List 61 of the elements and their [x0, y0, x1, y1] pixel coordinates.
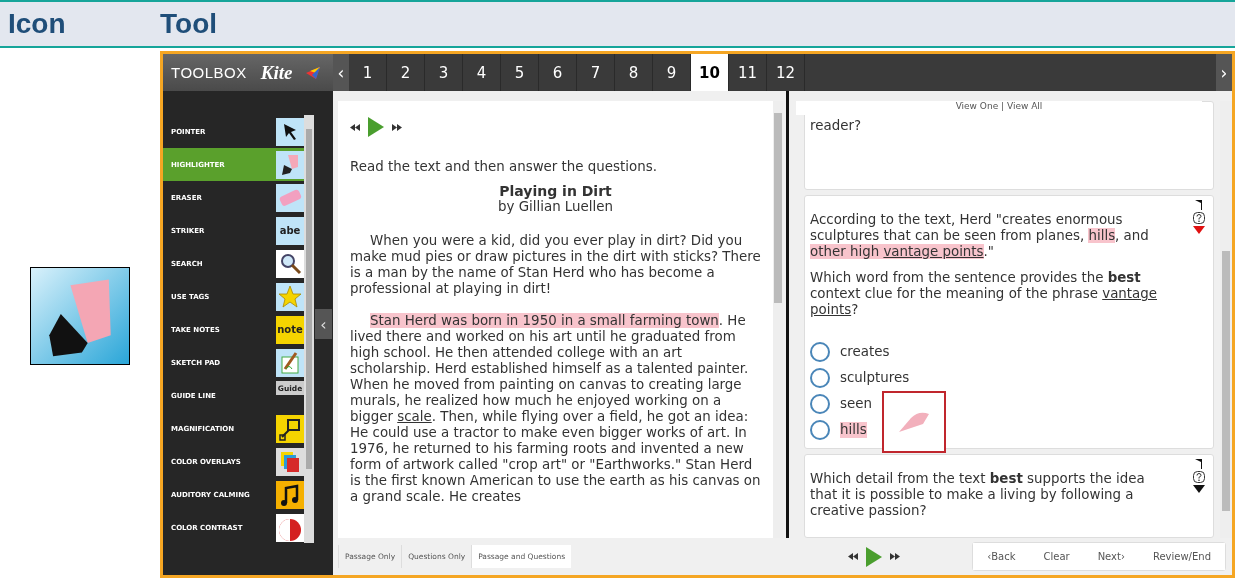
question-text: Which word from the sentence provides the best context clue for the meaning of the phrase vantage points? [810, 269, 1158, 318]
eraser-icon [276, 183, 304, 212]
magnify-box-icon [276, 414, 304, 443]
music-notes-icon [276, 480, 304, 509]
question-tab[interactable]: 10 [691, 54, 729, 91]
scrollbar[interactable] [304, 115, 314, 543]
view-all-link[interactable]: View All [1006, 101, 1043, 111]
magnifier-icon [276, 249, 304, 278]
pencil-pad-icon [276, 348, 304, 377]
column-header: Tool [160, 8, 218, 40]
passage-title: Playing in Dirt [498, 183, 613, 199]
answer-option[interactable]: sculptures [840, 369, 910, 386]
fast-forward-icon[interactable] [890, 553, 900, 560]
question-tab[interactable]: 4 [463, 54, 501, 91]
rewind-icon[interactable] [848, 553, 858, 560]
arrow-cursor-icon [276, 117, 304, 146]
radio-button[interactable] [810, 367, 830, 388]
question-tab[interactable]: 3 [425, 54, 463, 91]
question-tab[interactable]: 5 [501, 54, 539, 91]
answer-option[interactable]: seen [840, 395, 872, 412]
author-text: by Gillian Luellen [497, 199, 614, 215]
question-text: Which detail from the text best supports the idea that it is possible to make a living by following a creative passion? [810, 471, 1146, 519]
rewind-icon[interactable] [350, 123, 360, 131]
question-tab[interactable]: 1 [349, 54, 387, 91]
toolbox-title: TOOLBOX [171, 64, 247, 81]
radio-button[interactable] [810, 341, 830, 362]
instruction-text: Read the text and then answer the questions. [350, 159, 658, 175]
question-tab[interactable]: 7 [577, 54, 615, 91]
view-one-link[interactable]: View One [955, 101, 999, 111]
answer-option[interactable]: creates [840, 343, 890, 360]
question-tab[interactable]: 11 [729, 54, 767, 91]
question-tab[interactable]: 6 [539, 54, 577, 91]
question-tab[interactable]: 2 [387, 54, 425, 91]
question-text: According to the text, Herd "creates enormous sculptures that can be seen from planes, hills, and other high vantage points." [810, 211, 1150, 260]
fast-forward-icon[interactable] [392, 123, 402, 131]
passage-paragraph: Stan Herd was born in 1950 in a small farming town. He lived there and worked on his art until he graduated from high school. He then attended college with an art scholarship. Herd established himself as a talented painter. When he moved from painting on canvas to creating large murals, he realized how much he enjoyed working on a bigger scale. Then, while flying over a field, he got an idea: He could use a tractor to make even bigger works of art. In 1976, he returned to his farming roots and invented a new form of artwork called "crop art" or "Earthworks." Stan Herd is the first known American to use the earth as his canvas on a grand scale. He creates [350, 313, 761, 505]
previous-tab-button[interactable]: ‹ [333, 54, 349, 91]
color-sheets-icon [276, 447, 304, 476]
help-icon[interactable] [1193, 211, 1205, 224]
radio-button[interactable] [810, 419, 830, 440]
next-tab-button[interactable]: › [1216, 54, 1232, 91]
column-header: Icon [7, 8, 67, 40]
flag-icon[interactable] [1195, 199, 1203, 210]
question-tab[interactable]: 12 [767, 54, 805, 91]
contrast-icon [276, 513, 304, 542]
answer-option[interactable]: hills [840, 421, 867, 438]
caret-icon[interactable] [1193, 485, 1205, 493]
logo-text: Kite [260, 61, 293, 84]
radio-button[interactable] [810, 393, 830, 414]
collapse-button[interactable]: ‹ [315, 309, 332, 339]
passage-paragraph: When you were a kid, did you ever play in dirt? Did you make mud pies or draw pictures in the dirt with sticks? There is a man by the name of Stan Herd who has become a professional at playing in dirt! [350, 233, 761, 297]
logo-icon [306, 66, 321, 79]
highlighter-icon [276, 150, 304, 179]
question-text: reader? [810, 118, 862, 134]
play-icon[interactable] [866, 546, 882, 567]
help-icon[interactable] [1193, 471, 1205, 483]
play-icon[interactable] [368, 117, 384, 137]
highlighter-icon [30, 266, 130, 365]
question-tab[interactable]: 8 [615, 54, 653, 91]
separator-text: | [1001, 101, 1005, 111]
flag-icon[interactable] [1195, 459, 1203, 469]
